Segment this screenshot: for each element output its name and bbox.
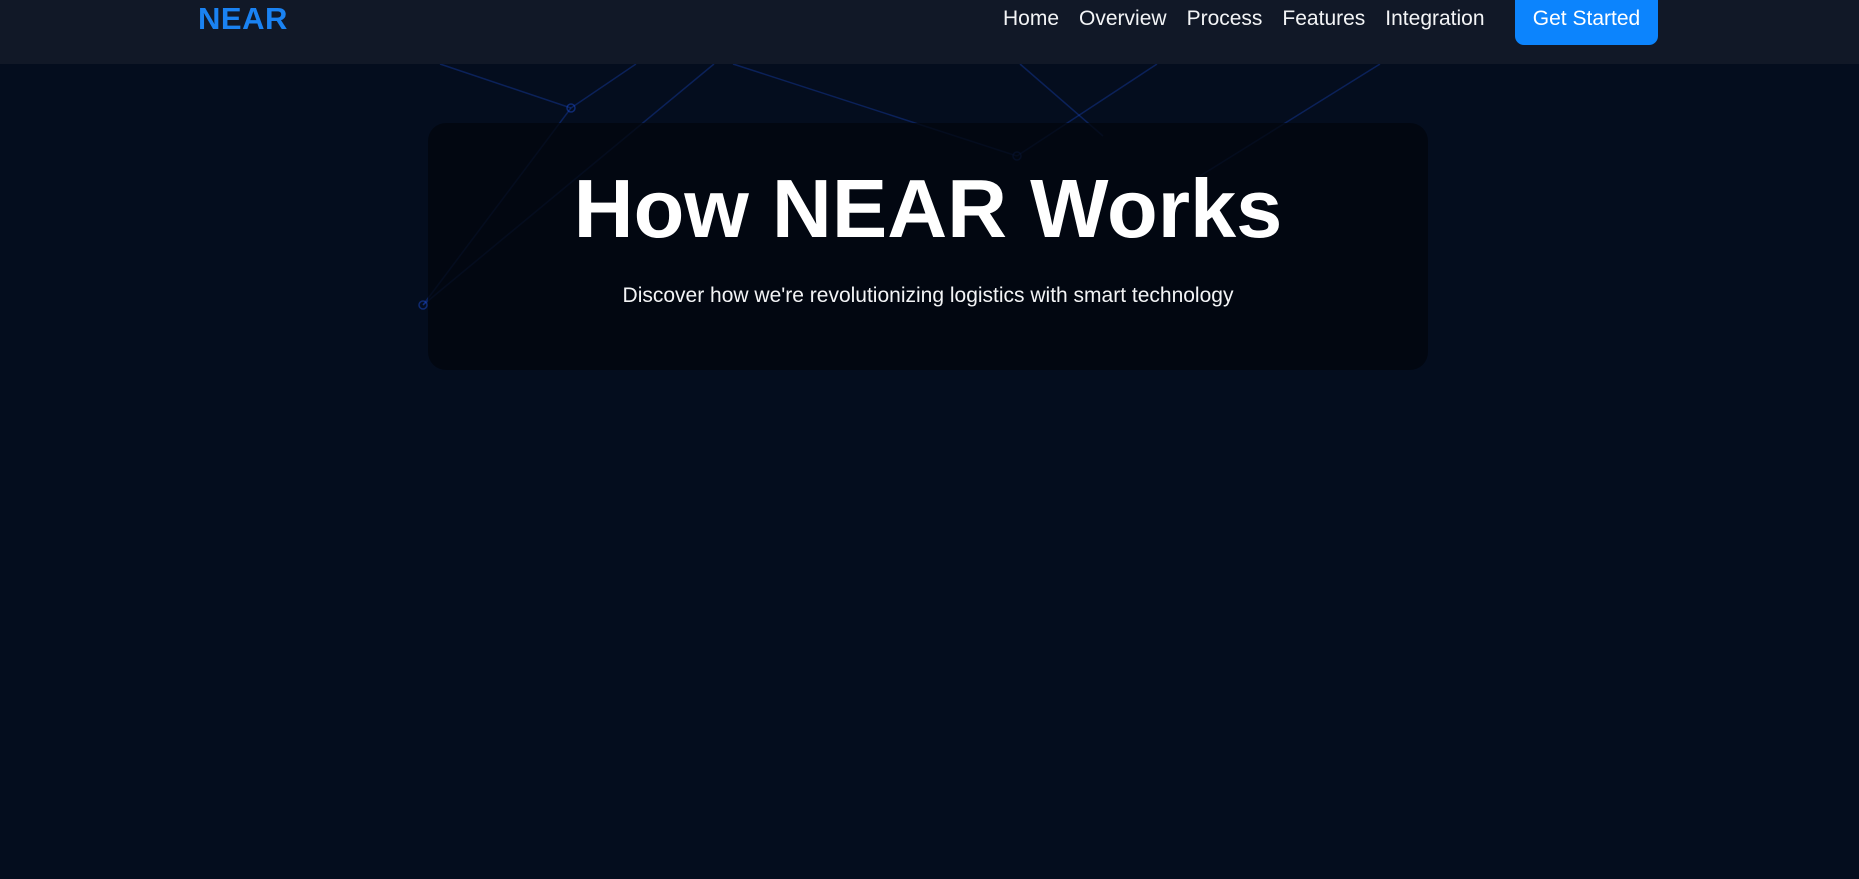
nav-link-integration[interactable]: Integration — [1385, 0, 1484, 38]
logo[interactable]: NEAR — [198, 0, 288, 38]
nav-link-process[interactable]: Process — [1187, 0, 1263, 38]
nav-link-overview[interactable]: Overview — [1079, 0, 1167, 38]
nav-links: Home Overview Process Features Integrati… — [1003, 0, 1485, 38]
hero-title: How NEAR Works — [573, 162, 1283, 255]
navbar: NEAR Home Overview Process Features Inte… — [0, 0, 1859, 64]
hero-card: How NEAR Works Discover how we're revolu… — [428, 123, 1428, 370]
nav-link-features[interactable]: Features — [1282, 0, 1365, 38]
hero-subtitle: Discover how we're revolutionizing logis… — [622, 284, 1234, 307]
nav-link-home[interactable]: Home — [1003, 0, 1059, 38]
get-started-button[interactable]: Get Started — [1515, 0, 1658, 45]
